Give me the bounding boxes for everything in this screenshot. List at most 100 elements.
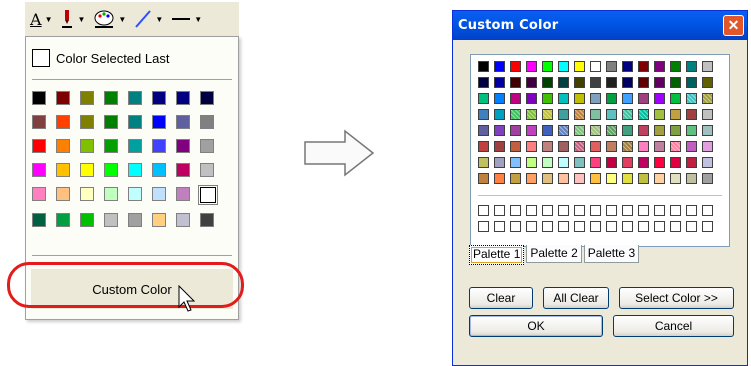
- empty-swatch[interactable]: [510, 221, 521, 232]
- palette-swatch[interactable]: [558, 77, 569, 88]
- font-color-button[interactable]: A ▼: [29, 7, 55, 31]
- palette-swatch[interactable]: [510, 77, 521, 88]
- palette-swatch[interactable]: [638, 93, 649, 104]
- empty-swatch[interactable]: [622, 205, 633, 216]
- palette-swatch[interactable]: [686, 61, 697, 72]
- empty-swatch[interactable]: [638, 221, 649, 232]
- palette-swatch[interactable]: [654, 93, 665, 104]
- palette-swatch[interactable]: [654, 173, 665, 184]
- palette-swatch[interactable]: [478, 61, 489, 72]
- palette-swatch[interactable]: [478, 157, 489, 168]
- color-swatch[interactable]: [152, 115, 166, 129]
- palette-swatch[interactable]: [494, 157, 505, 168]
- empty-swatch[interactable]: [702, 205, 713, 216]
- palette-swatch[interactable]: [494, 141, 505, 152]
- palette-swatch[interactable]: [526, 157, 537, 168]
- palette-swatch[interactable]: [590, 77, 601, 88]
- color-swatch[interactable]: [128, 91, 142, 105]
- palette-swatch[interactable]: [622, 157, 633, 168]
- chevron-down-icon[interactable]: ▼: [77, 15, 85, 24]
- palette-swatch[interactable]: [558, 93, 569, 104]
- palette-swatch[interactable]: [542, 77, 553, 88]
- palette-swatch[interactable]: [654, 157, 665, 168]
- color-swatch[interactable]: [56, 187, 70, 201]
- color-swatch[interactable]: [152, 187, 166, 201]
- empty-swatch[interactable]: [526, 221, 537, 232]
- dialog-titlebar[interactable]: Custom Color ✕: [453, 11, 747, 40]
- palette-swatch[interactable]: [606, 109, 617, 120]
- palette-swatch[interactable]: [510, 61, 521, 72]
- last-color-swatch[interactable]: [32, 49, 50, 67]
- palette-swatch[interactable]: [606, 157, 617, 168]
- palette-swatch[interactable]: [702, 77, 713, 88]
- palette-swatch[interactable]: [526, 61, 537, 72]
- empty-swatch[interactable]: [574, 205, 585, 216]
- palette-swatch[interactable]: [526, 77, 537, 88]
- palette-swatch[interactable]: [574, 109, 585, 120]
- palette-swatch[interactable]: [702, 125, 713, 136]
- clear-button[interactable]: Clear: [469, 287, 533, 309]
- palette-swatch[interactable]: [622, 61, 633, 72]
- palette-swatch[interactable]: [542, 93, 553, 104]
- palette-swatch[interactable]: [542, 141, 553, 152]
- chevron-down-icon[interactable]: ▼: [194, 15, 202, 24]
- color-swatch[interactable]: [176, 187, 190, 201]
- palette-swatch[interactable]: [670, 125, 681, 136]
- palette-swatch[interactable]: [606, 125, 617, 136]
- palette-swatch[interactable]: [702, 173, 713, 184]
- color-swatch[interactable]: [128, 163, 142, 177]
- palette-swatch[interactable]: [654, 125, 665, 136]
- palette-swatch[interactable]: [686, 109, 697, 120]
- color-swatch[interactable]: [152, 163, 166, 177]
- palette-swatch[interactable]: [574, 61, 585, 72]
- close-button[interactable]: ✕: [723, 15, 744, 36]
- palette-swatch[interactable]: [478, 93, 489, 104]
- palette-swatch[interactable]: [526, 141, 537, 152]
- color-swatch[interactable]: [176, 213, 190, 227]
- color-swatch[interactable]: [176, 139, 190, 153]
- palette-swatch[interactable]: [686, 125, 697, 136]
- tab-palette-2[interactable]: Palette 2: [526, 245, 582, 263]
- color-swatch[interactable]: [56, 91, 70, 105]
- palette-swatch[interactable]: [702, 93, 713, 104]
- color-swatch[interactable]: [56, 139, 70, 153]
- color-swatch[interactable]: [128, 115, 142, 129]
- color-swatch[interactable]: [32, 139, 46, 153]
- color-swatch[interactable]: [152, 139, 166, 153]
- palette-swatch[interactable]: [526, 125, 537, 136]
- empty-swatch[interactable]: [494, 221, 505, 232]
- color-swatch[interactable]: [152, 91, 166, 105]
- chevron-down-icon[interactable]: ▼: [155, 15, 163, 24]
- color-swatch[interactable]: [32, 187, 46, 201]
- empty-swatch[interactable]: [702, 221, 713, 232]
- palette-swatch[interactable]: [542, 157, 553, 168]
- select-color-button[interactable]: Select Color >>: [619, 287, 734, 309]
- palette-swatch[interactable]: [622, 93, 633, 104]
- palette-swatch[interactable]: [510, 173, 521, 184]
- palette-swatch[interactable]: [510, 125, 521, 136]
- palette-swatch[interactable]: [638, 173, 649, 184]
- palette-swatch[interactable]: [558, 173, 569, 184]
- chevron-down-icon[interactable]: ▼: [45, 15, 53, 24]
- color-swatch[interactable]: [80, 115, 94, 129]
- color-swatch[interactable]: [104, 187, 118, 201]
- custom-color-button[interactable]: Custom Color: [31, 269, 233, 309]
- empty-swatch[interactable]: [686, 205, 697, 216]
- empty-swatch[interactable]: [558, 205, 569, 216]
- palette-swatch[interactable]: [638, 77, 649, 88]
- empty-swatch[interactable]: [654, 205, 665, 216]
- ok-button[interactable]: OK: [469, 315, 603, 337]
- color-swatch[interactable]: [80, 139, 94, 153]
- palette-swatch[interactable]: [494, 109, 505, 120]
- palette-swatch[interactable]: [590, 157, 601, 168]
- palette-swatch[interactable]: [558, 141, 569, 152]
- color-swatch[interactable]: [80, 91, 94, 105]
- palette-swatch[interactable]: [638, 109, 649, 120]
- palette-swatch[interactable]: [670, 61, 681, 72]
- palette-swatch[interactable]: [606, 141, 617, 152]
- palette-swatch[interactable]: [654, 77, 665, 88]
- color-swatch[interactable]: [104, 213, 118, 227]
- empty-swatch[interactable]: [670, 205, 681, 216]
- color-swatch[interactable]: [32, 115, 46, 129]
- color-swatch[interactable]: [32, 213, 46, 227]
